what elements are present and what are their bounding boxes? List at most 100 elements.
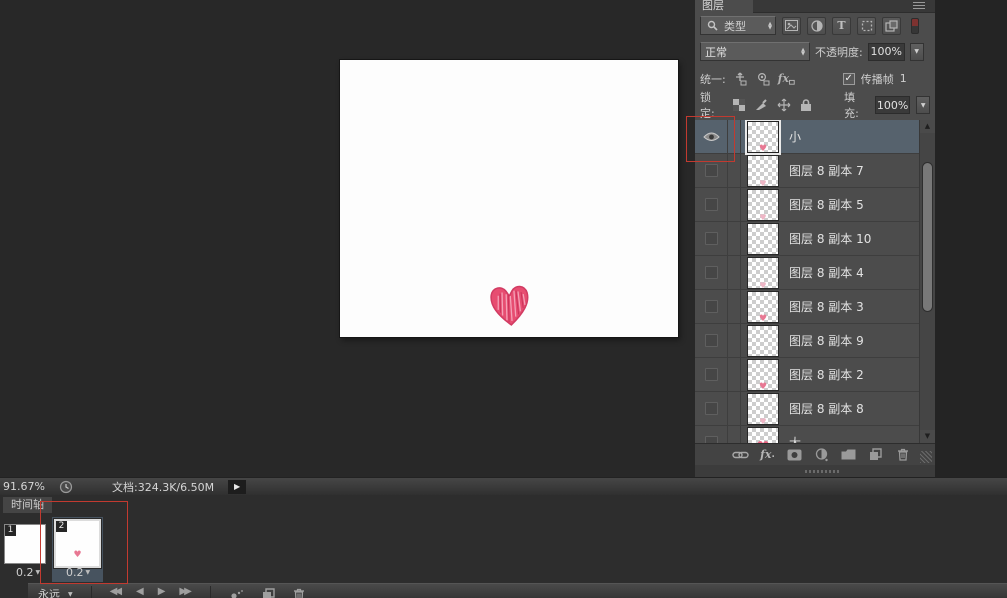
thumbnail-heart: ♥ — [759, 382, 767, 390]
fill-value[interactable]: 100% — [875, 96, 911, 114]
zoom-level[interactable]: 91.67% — [3, 480, 57, 493]
link-column — [728, 290, 741, 324]
lock-transparency-icon[interactable] — [731, 97, 747, 113]
layer-style-icon[interactable]: fx. — [759, 447, 776, 463]
unify-position-icon[interactable] — [732, 71, 749, 87]
layer-name: 图层 8 副本 9 — [789, 332, 864, 349]
document-canvas[interactable] — [340, 60, 678, 337]
delete-frame-button[interactable] — [291, 586, 308, 598]
layer-row[interactable]: ♥ 大 — [695, 426, 935, 443]
layer-row[interactable]: ♥ 图层 8 副本 8 — [695, 392, 935, 426]
select-arrows-icon: ▲▼ — [801, 48, 805, 56]
visibility-toggle[interactable] — [695, 188, 728, 222]
delete-layer-icon[interactable] — [894, 447, 911, 463]
scrollbar-thumb[interactable] — [922, 162, 933, 312]
panel-menu-icon[interactable] — [913, 2, 925, 10]
filter-pixel-icon[interactable] — [782, 17, 801, 35]
annotation-box-eye — [686, 116, 735, 162]
filter-smart-object-icon[interactable] — [882, 17, 901, 35]
tween-button[interactable] — [229, 586, 246, 598]
layer-row[interactable]: ♥ 图层 8 副本 10 — [695, 222, 935, 256]
visibility-toggle[interactable] — [695, 256, 728, 290]
panel-drag-strip[interactable] — [695, 465, 935, 477]
dropdown-arrow-icon: ▼ — [68, 591, 73, 598]
layer-thumbnail[interactable]: ♥ — [748, 156, 778, 186]
layer-thumbnail[interactable]: ♥ — [748, 326, 778, 356]
layer-row[interactable]: ♥ 图层 8 副本 5 — [695, 188, 935, 222]
loop-count-value: 永远 — [38, 586, 60, 598]
filter-shape-icon[interactable] — [857, 17, 876, 35]
layer-name: 图层 8 副本 4 — [789, 264, 864, 281]
blend-mode-select[interactable]: 正常 ▲▼ — [700, 42, 810, 61]
layer-name: 图层 8 副本 8 — [789, 400, 864, 417]
thumbnail-heart: ♥ — [759, 417, 766, 424]
link-column — [728, 358, 741, 392]
panel-resize-grip[interactable] — [920, 451, 932, 463]
frame-number-badge: 1 — [5, 525, 16, 536]
visibility-toggle[interactable] — [695, 290, 728, 324]
opacity-dropdown-arrow[interactable]: ▼ — [910, 43, 924, 61]
visibility-empty-well — [705, 334, 718, 347]
link-column — [728, 426, 741, 444]
layer-thumbnail[interactable]: ♥ — [748, 258, 778, 288]
unify-style-icon[interactable]: fx — [778, 71, 795, 87]
layer-thumbnail[interactable]: ♥ — [748, 190, 778, 220]
layer-thumbnail[interactable]: ♥ — [748, 224, 778, 254]
opacity-value[interactable]: 100% — [868, 43, 905, 61]
unify-visibility-icon[interactable] — [755, 71, 772, 87]
frame-1-duration[interactable]: 0.2▼ — [16, 566, 40, 579]
new-layer-icon[interactable] — [867, 447, 884, 463]
layer-thumbnail[interactable]: ♥ — [748, 122, 778, 152]
layer-row[interactable]: ♥ 图层 8 副本 2 — [695, 358, 935, 392]
heart-artwork — [485, 280, 534, 331]
layer-thumbnail[interactable]: ♥ — [748, 292, 778, 322]
filter-adjustment-icon[interactable] — [807, 17, 826, 35]
visibility-empty-well — [705, 300, 718, 313]
next-frame-button[interactable]: ▶▶ — [179, 586, 191, 597]
visibility-empty-well — [705, 266, 718, 279]
add-mask-icon[interactable] — [786, 447, 803, 463]
visibility-toggle[interactable] — [695, 358, 728, 392]
filter-type-select[interactable]: 类型 ▲▼ — [700, 16, 776, 35]
loop-count-select[interactable]: 永远 ▼ — [38, 586, 73, 598]
play-button[interactable]: ▶ — [158, 586, 166, 597]
lock-all-icon[interactable] — [798, 97, 814, 113]
link-layers-icon[interactable] — [732, 447, 749, 463]
layer-thumbnail[interactable]: ♥ — [748, 428, 778, 444]
blend-mode-value: 正常 — [705, 44, 727, 60]
duplicate-frame-button[interactable] — [260, 586, 277, 598]
previous-frame-button[interactable]: ◀ — [136, 586, 144, 597]
thumbnail-heart: ♥ — [759, 213, 766, 220]
layer-row[interactable]: ♥ 图层 8 副本 3 — [695, 290, 935, 324]
status-options-button[interactable]: ▶ — [228, 480, 246, 494]
layer-row[interactable]: ♥ 图层 8 副本 4 — [695, 256, 935, 290]
visibility-toggle[interactable] — [695, 222, 728, 256]
scroll-down-icon[interactable]: ▼ — [920, 430, 935, 443]
layer-row[interactable]: ♥ 图层 8 副本 9 — [695, 324, 935, 358]
lock-pixels-icon[interactable] — [753, 97, 769, 113]
filter-type-text-icon[interactable]: T — [832, 17, 851, 35]
visibility-toggle[interactable] — [695, 392, 728, 426]
layer-thumbnail[interactable]: ♥ — [748, 360, 778, 390]
propagate-frame-checkbox[interactable]: ✓ — [843, 73, 855, 85]
thumbnail-heart: ♥ — [759, 144, 767, 152]
tab-layers[interactable]: 图层 — [695, 0, 753, 13]
new-group-icon[interactable] — [840, 447, 857, 463]
document-size-info[interactable]: 文档:324.3K/6.50M — [112, 479, 214, 495]
visibility-empty-well — [705, 368, 718, 381]
visibility-toggle[interactable] — [695, 426, 728, 444]
layer-thumbnail[interactable]: ♥ — [748, 394, 778, 424]
first-frame-button[interactable]: ◀◀ — [110, 586, 122, 597]
animation-frame-1[interactable]: 1 — [5, 525, 45, 563]
canvas-work-area[interactable] — [0, 0, 695, 477]
visibility-toggle[interactable] — [695, 324, 728, 358]
scroll-up-icon[interactable]: ▲ — [920, 120, 935, 133]
propagate-frame-label: 传播帧 — [861, 71, 894, 87]
lock-position-icon[interactable] — [775, 97, 791, 113]
layers-scrollbar[interactable]: ▲ ▼ — [919, 120, 935, 443]
fill-dropdown-arrow[interactable]: ▼ — [916, 96, 930, 114]
adjustment-layer-icon[interactable] — [813, 447, 830, 463]
fill-label: 填充: — [844, 89, 869, 121]
layer-list: ♥ 小 ♥ 图层 8 副本 7 ♥ 图层 8 副本 5 — [695, 120, 935, 443]
filter-on-off-toggle[interactable] — [911, 18, 919, 34]
